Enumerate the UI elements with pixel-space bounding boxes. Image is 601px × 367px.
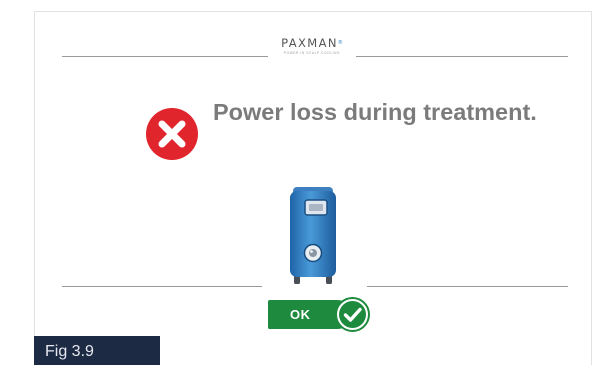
- footer-divider-left: [62, 286, 262, 287]
- footer-divider-right: [367, 286, 568, 287]
- error-x-icon: [146, 108, 198, 160]
- error-message: Power loss during treatment.: [213, 99, 537, 125]
- logo-tagline: POWER IN SCALP COOLING: [283, 51, 341, 55]
- paxman-cooling-unit-icon: [290, 187, 336, 284]
- ok-button[interactable]: OK: [268, 297, 370, 332]
- paxman-logo: PAXMAN® POWER IN SCALP COOLING: [270, 37, 354, 56]
- header-divider-left: [62, 56, 268, 57]
- logo-registered-mark: ®: [337, 40, 343, 46]
- ok-button-label: OK: [290, 307, 311, 322]
- figure-caption: Fig 3.9: [34, 336, 160, 365]
- checkmark-icon: [335, 297, 370, 332]
- logo-name: PAXMAN: [281, 36, 338, 50]
- header-divider-right: [356, 56, 568, 57]
